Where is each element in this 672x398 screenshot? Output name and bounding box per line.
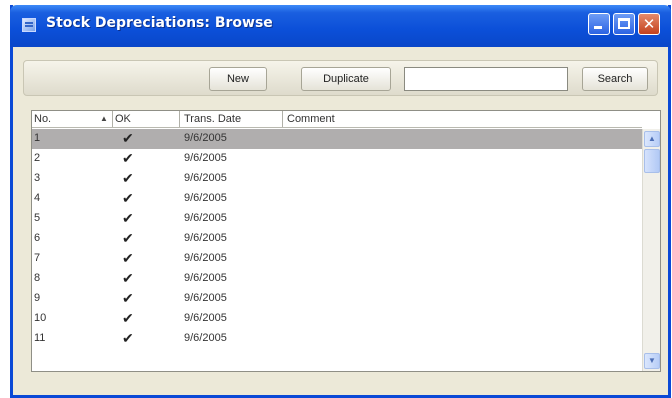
minimize-button[interactable] (588, 13, 610, 35)
maximize-button[interactable] (613, 13, 635, 35)
ok-check-icon: ✔ (122, 330, 134, 346)
toolbar: New Duplicate Search (23, 60, 658, 96)
scroll-thumb[interactable] (644, 149, 660, 173)
cell-trans-date: 9/6/2005 (184, 132, 227, 144)
column-divider[interactable] (179, 111, 180, 127)
table-row[interactable]: 1 ✔ 9/6/2005 (32, 129, 642, 149)
table-row[interactable]: 3 ✔ 9/6/2005 (32, 169, 642, 189)
cell-trans-date: 9/6/2005 (184, 172, 227, 184)
ok-check-icon: ✔ (122, 210, 134, 226)
table-row[interactable]: 6 ✔ 9/6/2005 (32, 229, 642, 249)
cell-no: 5 (34, 212, 41, 224)
ok-check-icon: ✔ (122, 190, 134, 206)
ok-check-icon: ✔ (122, 130, 134, 146)
cell-trans-date: 9/6/2005 (184, 252, 227, 264)
column-divider[interactable] (112, 111, 113, 127)
column-header-no[interactable]: No. (34, 112, 51, 126)
table-row[interactable]: 7 ✔ 9/6/2005 (32, 249, 642, 269)
ok-check-icon: ✔ (122, 310, 134, 326)
cell-trans-date: 9/6/2005 (184, 212, 227, 224)
cell-no: 7 (34, 252, 41, 264)
browse-window: Stock Depreciations: Browse ✕ New Duplic… (10, 5, 671, 398)
column-header-ok[interactable]: OK (115, 112, 131, 126)
cell-no: 9 (34, 292, 41, 304)
cell-trans-date: 9/6/2005 (184, 332, 227, 344)
browse-table: No. ▲ OK Trans. Date Comment 1 ✔ 9/6/2005 … (31, 110, 661, 372)
ok-check-icon: ✔ (122, 250, 134, 266)
cell-no: 4 (34, 192, 41, 204)
scroll-down-icon[interactable]: ▼ (644, 353, 660, 369)
search-input[interactable] (404, 67, 568, 91)
ok-check-icon: ✔ (122, 270, 134, 286)
table-row[interactable]: 10 ✔ 9/6/2005 (32, 309, 642, 329)
table-row[interactable]: 5 ✔ 9/6/2005 (32, 209, 642, 229)
title-bar[interactable]: Stock Depreciations: Browse ✕ (10, 5, 671, 47)
ok-check-icon: ✔ (122, 150, 134, 166)
cell-no: 11 (34, 332, 46, 344)
sort-ascending-icon: ▲ (100, 114, 108, 123)
cell-trans-date: 9/6/2005 (184, 272, 227, 284)
maximize-icon (618, 18, 630, 29)
table-header: No. ▲ OK Trans. Date Comment (32, 111, 642, 128)
close-button[interactable]: ✕ (638, 13, 660, 35)
window-app-icon (22, 18, 36, 32)
cell-trans-date: 9/6/2005 (184, 292, 227, 304)
table-row[interactable]: 9 ✔ 9/6/2005 (32, 289, 642, 309)
cell-no: 6 (34, 232, 41, 244)
scroll-up-icon[interactable]: ▲ (644, 131, 660, 147)
cell-trans-date: 9/6/2005 (184, 312, 227, 324)
close-icon: ✕ (642, 15, 656, 33)
window-title: Stock Depreciations: Browse (46, 15, 273, 31)
table-row[interactable]: 11 ✔ 9/6/2005 (32, 329, 642, 349)
column-divider[interactable] (282, 111, 283, 127)
table-row[interactable]: 2 ✔ 9/6/2005 (32, 149, 642, 169)
duplicate-button[interactable]: Duplicate (301, 67, 391, 91)
table-row[interactable]: 8 ✔ 9/6/2005 (32, 269, 642, 289)
cell-no: 2 (34, 152, 41, 164)
vertical-scrollbar[interactable]: ▲ ▼ (642, 129, 660, 371)
new-button[interactable]: New (209, 67, 267, 91)
table-body: 1 ✔ 9/6/2005 2 ✔ 9/6/2005 3 ✔ 9/6/2005 4 ✔ 9/6/2… (32, 129, 642, 349)
ok-check-icon: ✔ (122, 170, 134, 186)
cell-trans-date: 9/6/2005 (184, 232, 227, 244)
table-row[interactable]: 4 ✔ 9/6/2005 (32, 189, 642, 209)
cell-no: 10 (34, 312, 47, 324)
ok-check-icon: ✔ (122, 290, 134, 306)
cell-trans-date: 9/6/2005 (184, 152, 227, 164)
cell-no: 1 (34, 132, 41, 144)
cell-trans-date: 9/6/2005 (184, 192, 227, 204)
minimize-icon (594, 26, 602, 29)
search-button[interactable]: Search (582, 67, 648, 91)
ok-check-icon: ✔ (122, 230, 134, 246)
column-header-trans-date[interactable]: Trans. Date (184, 112, 241, 126)
cell-no: 8 (34, 272, 41, 284)
column-header-comment[interactable]: Comment (287, 112, 335, 126)
cell-no: 3 (34, 172, 41, 184)
